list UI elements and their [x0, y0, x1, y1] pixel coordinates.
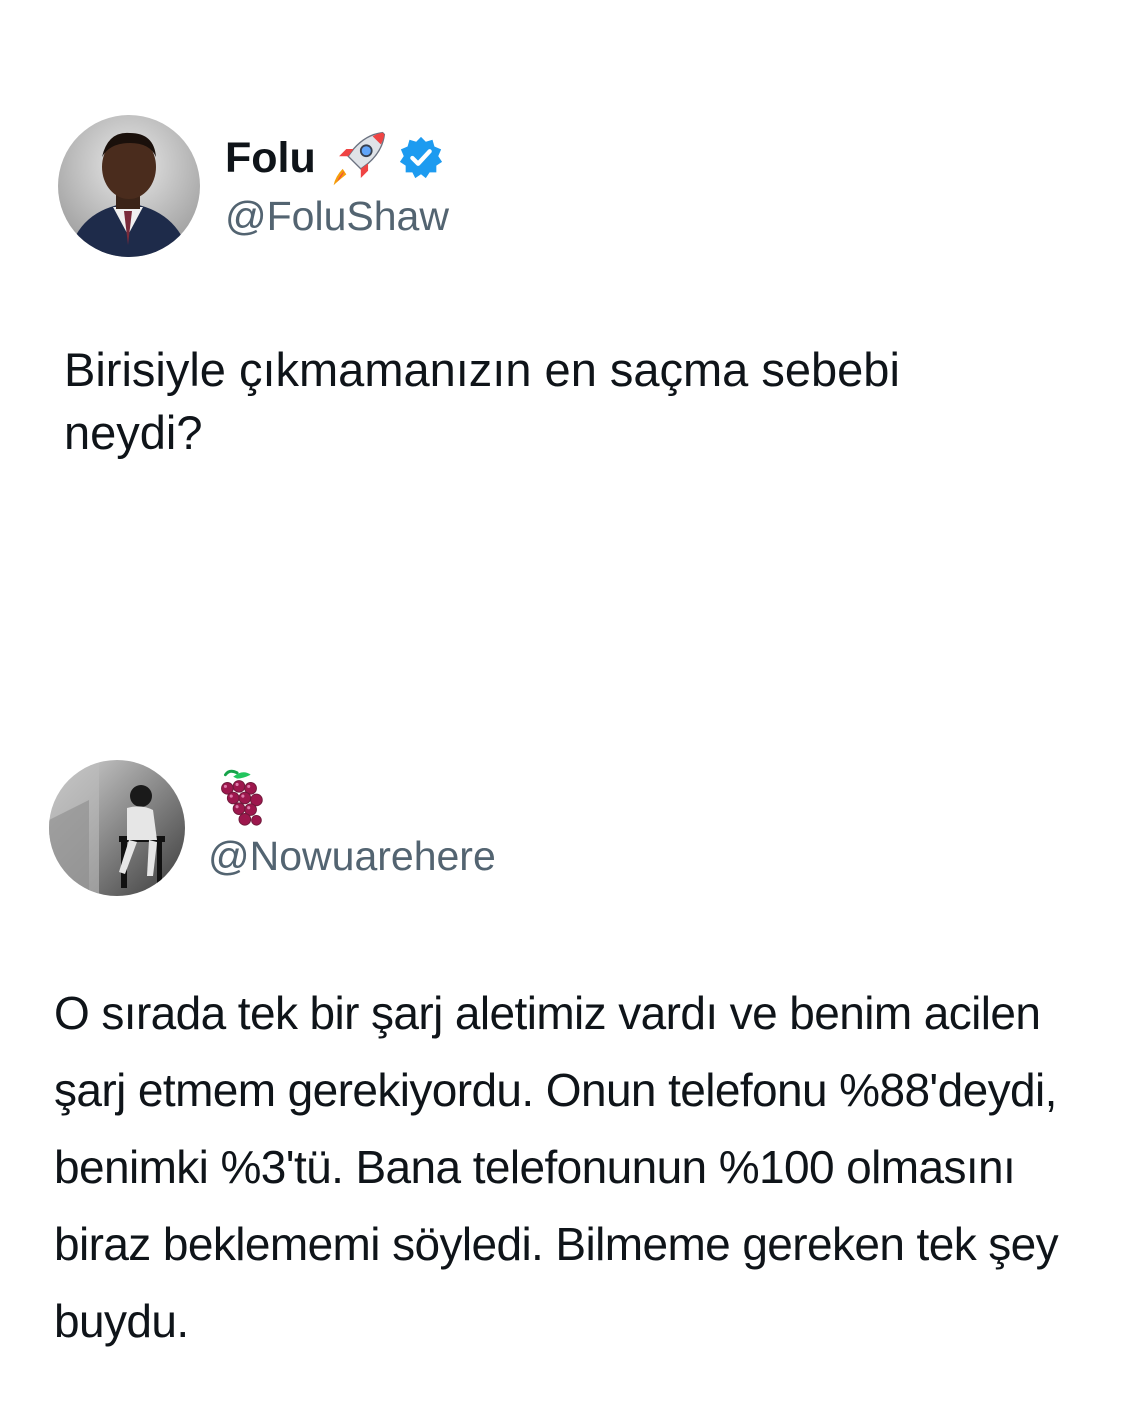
avatar[interactable] [58, 115, 200, 257]
author-handle[interactable]: @Nowuarehere [208, 833, 496, 880]
grapes-icon [221, 769, 263, 826]
tweet-text: O sırada tek bir şarj aletimiz vardı ve … [54, 987, 1059, 1347]
avatar[interactable] [49, 760, 185, 896]
author-name[interactable]: Folu [225, 128, 444, 188]
author-name[interactable] [208, 766, 270, 830]
avatar-image [49, 760, 185, 896]
author-handle[interactable]: @FoluShaw [225, 193, 449, 240]
tweet-reply: @Nowuarehere O sırada tek bir şarj aleti… [0, 700, 1122, 1402]
verified-badge-icon [399, 136, 442, 179]
tweet-text: Birisiyle çıkmamanızın en saçma sebebi n… [64, 343, 900, 459]
avatar-image [58, 115, 200, 257]
tweet-original: Folu @FoluShaw Birisiyle çıkmamanızın en… [0, 0, 1122, 700]
rocket-icon [333, 131, 385, 186]
author-display-name: Folu [225, 133, 316, 182]
